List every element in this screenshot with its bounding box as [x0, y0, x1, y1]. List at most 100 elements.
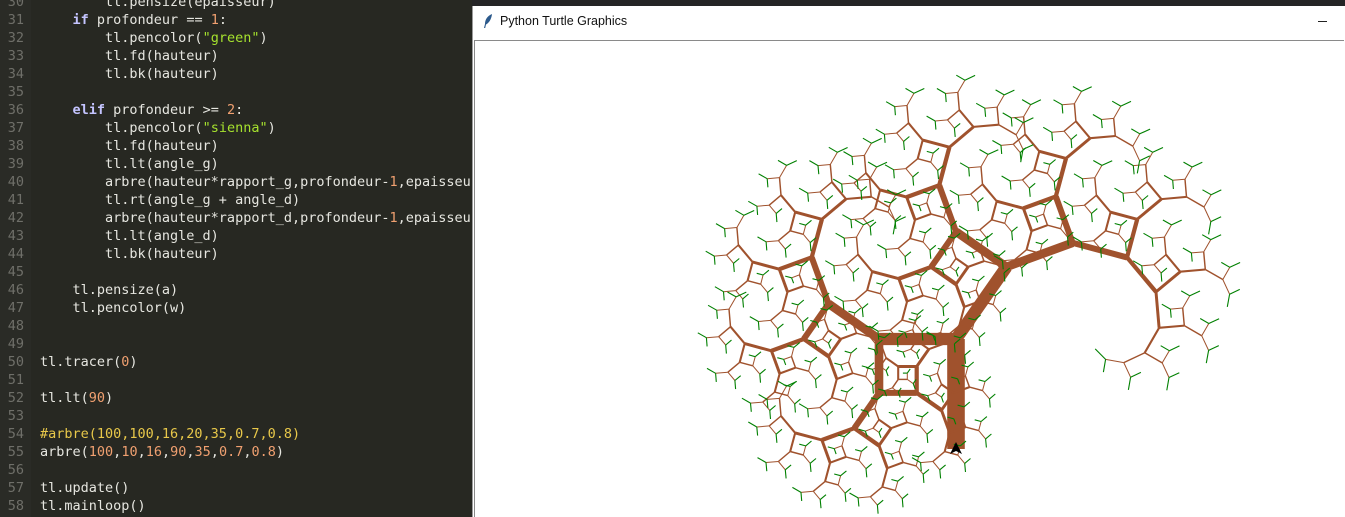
tree-leaf [929, 244, 937, 251]
code-line[interactable]: 44 tl.bk(hauteur) [0, 245, 472, 263]
tree-leaf [777, 159, 787, 166]
tree-branch [978, 421, 982, 431]
tree-leaf [955, 266, 960, 272]
tree-leaf [942, 307, 945, 317]
code-line[interactable]: 43 tl.lt(angle_d) [0, 227, 472, 245]
code-line[interactable]: 33 tl.fd(hauteur) [0, 47, 472, 65]
tree-leaf [840, 364, 844, 371]
tree-branch [1163, 237, 1167, 255]
tree-leaf [705, 337, 708, 347]
tree-leaf [757, 457, 767, 463]
code-line[interactable]: 36 elif profondeur >= 2: [0, 101, 472, 119]
code-line[interactable]: 58 tl.mainloop() [0, 497, 472, 515]
code-line[interactable]: 45 [0, 263, 472, 281]
code-editor[interactable]: 30 tl.pensize(epaisseur) 31 if profondeur… [0, 0, 472, 517]
tree-branch [768, 425, 777, 435]
code-line[interactable]: 42 arbre(hauteur*rapport_d,profondeur-1,… [0, 209, 472, 227]
code-line[interactable]: 47 tl.pencolor(w) [0, 299, 472, 317]
code-line[interactable]: 31 if profondeur == 1: [0, 11, 472, 29]
tree-branch [1159, 324, 1185, 329]
code-line[interactable]: 37 tl.pencolor("sienna") [0, 119, 472, 137]
window-titlebar[interactable]: Python Turtle Graphics [473, 6, 1345, 37]
code-line[interactable]: 57 tl.update() [0, 479, 472, 497]
tree-leaf [1151, 238, 1154, 247]
tree-leaf [1169, 345, 1180, 352]
tree-leaf [922, 411, 929, 418]
tree-branch [845, 456, 860, 462]
code-line[interactable]: 46 tl.pensize(a) [0, 281, 472, 299]
code-line[interactable]: 50 tl.tracer(0) [0, 353, 472, 371]
code-line[interactable]: 30 tl.pensize(epaisseur) [0, 0, 472, 11]
tree-leaf [1161, 303, 1171, 310]
tree-leaf [756, 206, 759, 215]
code-line[interactable]: 34 tl.bk(hauteur) [0, 65, 472, 83]
tree-branch [854, 289, 868, 301]
tree-leaf [810, 356, 818, 363]
tree-leaf [1001, 175, 1011, 182]
tree-branch [1201, 335, 1210, 351]
code-line[interactable]: 52 tl.lt(90) [0, 389, 472, 407]
code-line[interactable]: 54 #arbre(100,100,16,20,35,0.7,0.8) [0, 425, 472, 443]
tree-branch [894, 104, 908, 108]
tree-branch [930, 213, 945, 219]
tree-branch [912, 320, 916, 330]
tree-branch [1105, 230, 1119, 236]
code-line[interactable]: 32 tl.pencolor("green") [0, 29, 472, 47]
code-line[interactable]: 40 arbre(hauteur*rapport_g,profondeur-1,… [0, 173, 472, 191]
tree-branch [1024, 133, 1041, 152]
code-line[interactable]: 56 [0, 461, 472, 479]
turtle-canvas[interactable] [474, 40, 1344, 517]
tree-branch [973, 123, 999, 128]
tree-branch [1201, 323, 1210, 336]
turtle-graphics-window[interactable]: Python Turtle Graphics [472, 6, 1345, 517]
tree-branch [905, 196, 917, 221]
tree-leaf [984, 108, 987, 117]
tree-leaf [953, 343, 956, 353]
tree-branch [982, 381, 986, 391]
tree-leaf [965, 250, 973, 254]
tree-branch [957, 92, 961, 111]
code-text: elif profondeur >= 2: [72, 102, 244, 118]
tree-branch [935, 119, 948, 122]
code-line[interactable]: 38 tl.fd(hauteur) [0, 137, 472, 155]
tree-leaf [1081, 86, 1092, 92]
tree-branch [787, 395, 796, 405]
tree-branch [922, 294, 937, 300]
tree-leaf [798, 187, 808, 194]
tree-branch [789, 211, 797, 232]
code-line[interactable]: 35 [0, 83, 472, 101]
minimize-button[interactable] [1299, 6, 1345, 37]
tree-leaf [826, 410, 834, 417]
tree-branch [889, 319, 903, 331]
tree-branch [830, 378, 838, 398]
code-line[interactable]: 39 tl.lt(angle_g) [0, 155, 472, 173]
tree-leaf [1208, 345, 1220, 351]
tree-leaf [1221, 261, 1231, 268]
tree-branch [920, 460, 933, 464]
code-text: tl.tracer(0) [40, 354, 138, 370]
tree-branch [893, 168, 906, 171]
tree-branch [770, 337, 805, 353]
code-line[interactable]: 48 [0, 317, 472, 335]
line-number: 32 [7, 30, 24, 46]
code-line[interactable]: 53 [0, 407, 472, 425]
tree-leaf [762, 269, 770, 276]
tree-branch [906, 105, 910, 124]
tree-branch [1203, 194, 1212, 208]
tree-branch [824, 462, 832, 482]
code-line[interactable]: 51 [0, 371, 472, 389]
tree-branch [1186, 196, 1205, 208]
tree-branch [870, 496, 878, 506]
tree-branch [758, 319, 771, 323]
tree-leaf [799, 222, 806, 226]
code-line[interactable]: 55 arbre(100,10,16,90,35,0.7,0.8) [0, 443, 472, 461]
tree-leaf [1160, 345, 1170, 352]
code-line[interactable]: 49 [0, 335, 472, 353]
tree-leaf [1131, 128, 1141, 135]
tree-leaf [842, 301, 845, 310]
code-line[interactable]: 41 tl.rt(angle_g + angle_d) [0, 191, 472, 209]
tree-branch [767, 177, 780, 180]
tree-branch [1075, 120, 1091, 139]
tree-leaf [1091, 208, 1098, 214]
tree-branch [777, 450, 791, 463]
